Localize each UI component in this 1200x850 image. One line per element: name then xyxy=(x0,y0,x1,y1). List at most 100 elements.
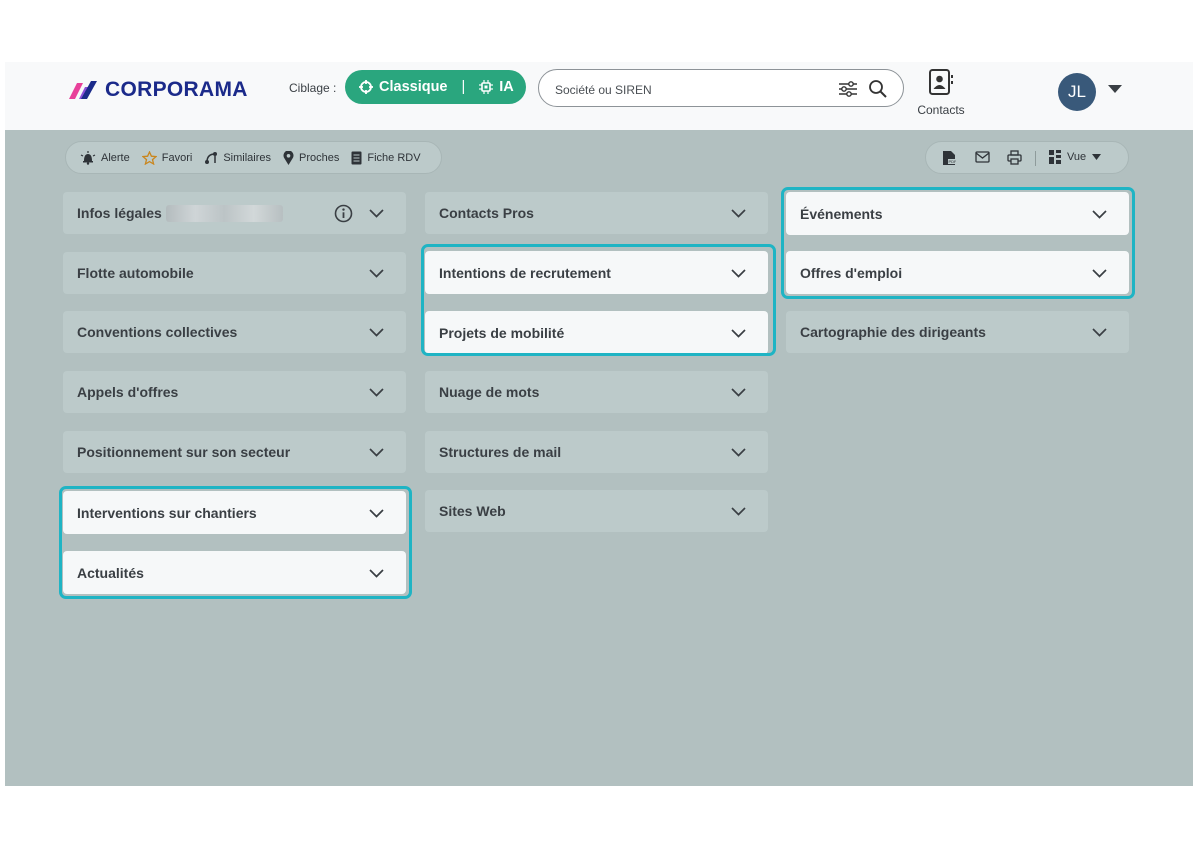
section-projets-mobilite[interactable]: Projets de mobilité xyxy=(425,311,768,354)
proches-button[interactable]: Proches xyxy=(283,150,340,165)
user-initials: JL xyxy=(1068,82,1086,101)
section-title: Infos légales xyxy=(77,205,162,221)
alerte-label: Alerte xyxy=(101,151,130,164)
section-title: Interventions sur chantiers xyxy=(77,504,257,521)
section-title: Flotte automobile xyxy=(77,265,194,281)
chevron-down-icon xyxy=(731,448,746,457)
chevron-down-icon xyxy=(1092,328,1107,337)
search-icon[interactable] xyxy=(868,79,888,99)
chevron-down-icon xyxy=(369,328,384,337)
crosshair-icon xyxy=(359,80,373,94)
mode-classique-label: Classique xyxy=(379,79,448,95)
mode-ia-button[interactable]: IA xyxy=(479,79,514,95)
user-avatar[interactable]: JL xyxy=(1058,73,1096,111)
print-icon[interactable] xyxy=(1007,150,1022,165)
section-title: Nuage de mots xyxy=(439,384,540,400)
section-title: Cartographie des dirigeants xyxy=(800,324,986,340)
favori-label: Favori xyxy=(161,151,193,164)
info-icon[interactable] xyxy=(334,204,353,223)
chevron-down-icon xyxy=(369,508,384,518)
ciblage-mode-toggle: Classique | IA xyxy=(345,70,526,104)
document-icon xyxy=(351,151,362,164)
chevron-down-icon xyxy=(369,448,384,457)
section-title: Intentions de recrutement xyxy=(439,264,611,281)
section-nuage-mots[interactable]: Nuage de mots xyxy=(425,371,768,413)
fiche-rdv-label: Fiche RDV xyxy=(367,151,421,164)
mail-icon[interactable] xyxy=(975,151,990,163)
section-cartographie-dirigeants[interactable]: Cartographie des dirigeants xyxy=(786,311,1129,353)
filter-icon[interactable] xyxy=(838,80,858,98)
ciblage-label: Ciblage : xyxy=(289,81,337,95)
logo-icon xyxy=(69,81,97,99)
caret-down-icon[interactable] xyxy=(1107,84,1123,94)
chevron-down-icon xyxy=(731,507,746,516)
svg-text:PDF: PDF xyxy=(949,159,957,164)
pin-icon xyxy=(283,150,294,165)
pdf-icon[interactable]: PDF xyxy=(942,150,956,166)
chevron-down-icon xyxy=(369,209,384,218)
chevron-down-icon xyxy=(1092,268,1107,278)
brand-name: CORPORAMA xyxy=(105,78,248,101)
chip-icon xyxy=(479,80,494,94)
vue-dropdown[interactable]: Vue xyxy=(1049,150,1102,164)
chevron-down-icon xyxy=(1092,209,1107,219)
fiche-rdv-button[interactable]: Fiche RDV xyxy=(351,151,421,165)
section-title: Offres d'emploi xyxy=(800,264,903,281)
section-appels-offres[interactable]: Appels d'offres xyxy=(63,371,406,413)
section-contacts-pros[interactable]: Contacts Pros xyxy=(425,192,768,234)
section-positionnement-secteur[interactable]: Positionnement sur son secteur xyxy=(63,431,406,473)
app-window: CORPORAMA Ciblage : Classique | IA Socié… xyxy=(5,62,1193,786)
mode-classique-button[interactable]: Classique xyxy=(359,79,448,95)
contacts-icon xyxy=(929,69,953,95)
vue-label: Vue xyxy=(1067,151,1087,163)
section-infos-legales[interactable]: Infos légales xyxy=(63,192,406,234)
chevron-down-icon xyxy=(731,268,746,278)
similar-icon xyxy=(205,151,218,164)
similaires-button[interactable]: Similaires xyxy=(204,151,271,165)
chevron-down-icon xyxy=(369,568,384,578)
caret-down-icon xyxy=(1092,154,1102,160)
favori-button[interactable]: Favori xyxy=(141,150,193,165)
redacted-value xyxy=(166,205,283,222)
bell-icon xyxy=(80,150,96,165)
section-interventions-chantiers[interactable]: Interventions sur chantiers xyxy=(63,491,406,534)
section-title: Sites Web xyxy=(439,503,506,519)
section-evenements[interactable]: Événements xyxy=(786,192,1129,235)
chevron-down-icon xyxy=(731,209,746,218)
star-icon xyxy=(141,150,157,165)
section-title: Structures de mail xyxy=(439,444,562,460)
search-input[interactable] xyxy=(553,79,827,101)
chevron-down-icon xyxy=(731,388,746,397)
brand-logo[interactable]: CORPORAMA xyxy=(67,78,248,102)
section-title: Appels d'offres xyxy=(77,384,179,400)
section-actualites[interactable]: Actualités xyxy=(63,551,406,594)
section-title: Événements xyxy=(800,205,883,222)
section-title: Contacts Pros xyxy=(439,205,534,221)
contacts-label: Contacts xyxy=(917,103,965,117)
export-toolbar: PDF Vue xyxy=(925,141,1129,174)
mode-ia-label: IA xyxy=(499,79,514,95)
chevron-down-icon xyxy=(369,388,384,397)
section-title: Conventions collectives xyxy=(77,324,238,340)
section-structures-mail[interactable]: Structures de mail xyxy=(425,431,768,473)
section-flotte-automobile[interactable]: Flotte automobile xyxy=(63,252,406,294)
section-title: Projets de mobilité xyxy=(439,324,565,341)
search-box xyxy=(538,69,904,107)
pill-separator: | xyxy=(461,79,466,95)
chevron-down-icon xyxy=(731,328,746,338)
section-title: Positionnement sur son secteur xyxy=(77,444,291,460)
section-sites-web[interactable]: Sites Web xyxy=(425,490,768,532)
similaires-label: Similaires xyxy=(223,151,271,164)
toolbar-divider xyxy=(1035,151,1036,166)
contacts-button[interactable]: Contacts xyxy=(910,68,972,118)
view-icon xyxy=(1049,150,1061,164)
alerte-button[interactable]: Alerte xyxy=(80,150,130,165)
section-conventions-collectives[interactable]: Conventions collectives xyxy=(63,311,406,353)
section-offres-emploi[interactable]: Offres d'emploi xyxy=(786,251,1129,294)
chevron-down-icon xyxy=(369,269,384,278)
section-intentions-recrutement[interactable]: Intentions de recrutement xyxy=(425,251,768,294)
proches-label: Proches xyxy=(299,151,340,164)
section-title: Actualités xyxy=(77,564,144,581)
company-actions-toolbar: Alerte Favori Similaires Proches Fiche R… xyxy=(65,141,442,174)
top-navbar: CORPORAMA Ciblage : Classique | IA Socié… xyxy=(5,62,1193,130)
